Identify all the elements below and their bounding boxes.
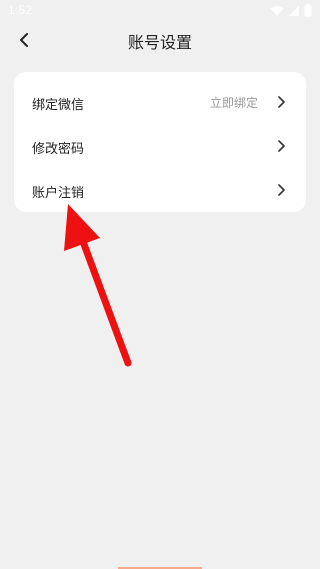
header: 账号设置: [0, 22, 320, 58]
wifi-icon: [270, 5, 284, 16]
settings-item-label: 账户注销: [32, 186, 85, 201]
status-icons: [270, 4, 312, 17]
settings-item-delete-account[interactable]: 账户注销: [14, 168, 306, 212]
settings-item-bind-wechat[interactable]: 绑定微信 立即绑定: [14, 80, 306, 124]
status-time: 1:52: [8, 3, 33, 17]
settings-item-value: 立即绑定: [209, 96, 258, 110]
settings-item-label: 绑定微信: [32, 98, 85, 113]
settings-item-change-password[interactable]: 修改密码: [14, 124, 306, 168]
status-bar: 1:52: [0, 0, 320, 22]
page-title: 账号设置: [127, 33, 192, 52]
settings-item-label: 修改密码: [32, 142, 85, 157]
chevron-right-icon: [278, 184, 285, 196]
settings-card: 绑定微信 立即绑定 修改密码 账户注销: [14, 72, 306, 212]
account-settings-screen: 1:52 账号设置 绑定微信 立即绑定 修改密码 账户注销: [0, 0, 320, 569]
battery-icon: [304, 4, 312, 17]
signal-icon: [289, 5, 299, 16]
chevron-right-icon: [278, 96, 285, 108]
chevron-right-icon: [278, 140, 285, 152]
